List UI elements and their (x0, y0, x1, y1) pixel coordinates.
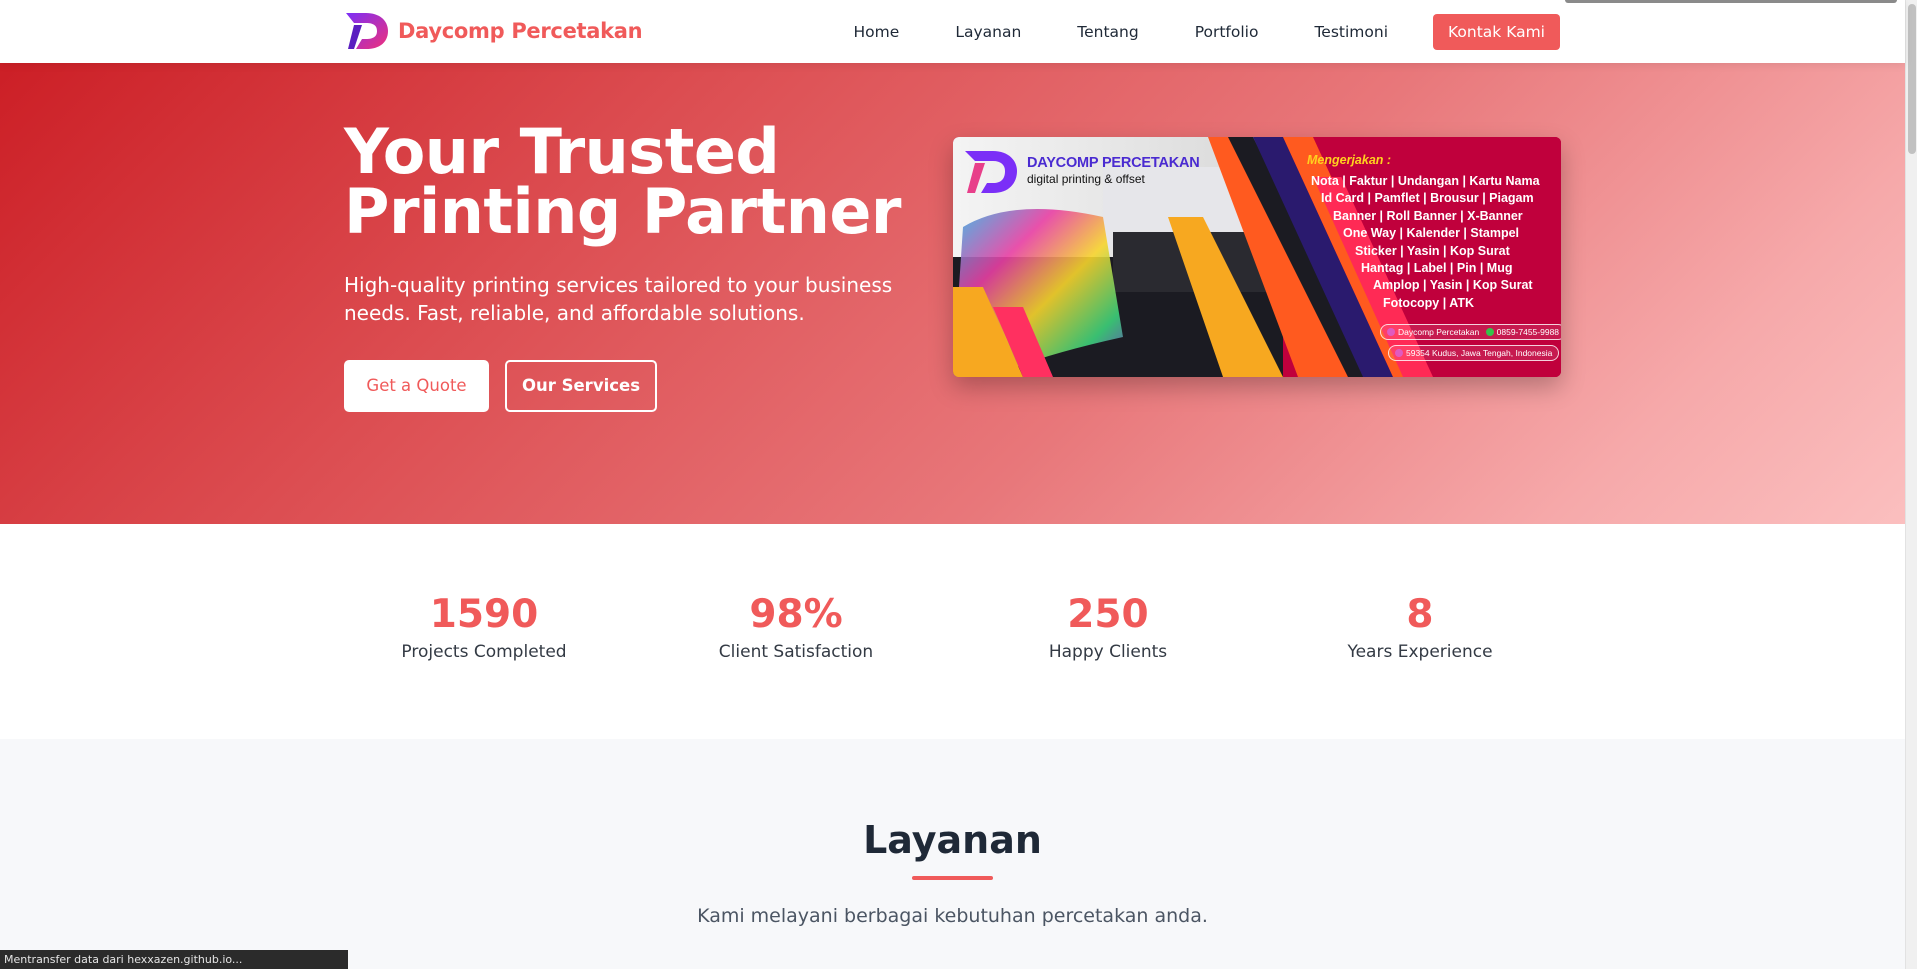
stat-value: 250 (1067, 592, 1149, 637)
banner-contact-pill: Daycomp Percetakan 0859-7455-9988 (1380, 324, 1561, 340)
scrollbar[interactable] (1905, 0, 1917, 969)
stat-value: 8 (1406, 592, 1434, 637)
stat-label: Years Experience (1347, 642, 1493, 662)
get-quote-button[interactable]: Get a Quote (344, 360, 489, 412)
location-pin-icon (1395, 349, 1403, 357)
nav-link-portfolio[interactable]: Portfolio (1195, 14, 1259, 50)
our-services-button[interactable]: Our Services (505, 360, 657, 412)
banner-instagram: Daycomp Percetakan (1398, 327, 1480, 337)
banner-heading: Mengerjakan : (1307, 153, 1392, 167)
banner-line: Amplop | Yasin | Kop Surat (1373, 278, 1533, 293)
banner-line: Sticker | Yasin | Kop Surat (1355, 243, 1510, 258)
stat-label: Client Satisfaction (718, 642, 874, 662)
stat-satisfaction: 98% Client Satisfaction (646, 592, 946, 664)
banner-line: Nota | Faktur | Undangan | Kartu Nama (1311, 174, 1540, 188)
banner-tagline: digital printing & offset (1027, 172, 1145, 186)
contact-button[interactable]: Kontak Kami (1433, 14, 1560, 50)
section-subtitle: Kami melayani berbagai kebutuhan perceta… (697, 905, 1208, 927)
brand[interactable]: Daycomp Percetakan (344, 11, 643, 51)
stat-projects: 1590 Projects Completed (334, 592, 634, 664)
banner-service-list: Nota | Faktur | Undangan | Kartu Nama Id… (1307, 173, 1543, 312)
browser-status-bar: Mentransfer data dari hexxazen.github.io… (0, 950, 348, 969)
banner-address: 59354 Kudus, Jawa Tengah, Indonesia (1406, 348, 1553, 358)
banner-line: Hantag | Label | Pin | Mug (1361, 261, 1513, 276)
hero-title: Your Trusted Printing Partner (344, 121, 904, 243)
layanan-section: Layanan Kami melayani berbagai kebutuhan… (0, 739, 1905, 969)
section-title: Layanan (863, 818, 1042, 862)
section-underline (912, 876, 993, 880)
brand-name: Daycomp Percetakan (398, 19, 643, 43)
banner-line: Id Card | Pamflet | Brousur | Piagam (1321, 191, 1534, 206)
scrollbar-thumb[interactable] (1908, 4, 1916, 154)
hero-subtitle: High-quality printing services tailored … (344, 273, 893, 325)
instagram-icon (1387, 328, 1395, 336)
stat-label: Projects Completed (401, 642, 567, 662)
banner-address-pill: 59354 Kudus, Jawa Tengah, Indonesia (1388, 345, 1560, 361)
stat-clients: 250 Happy Clients (958, 592, 1258, 664)
logo-icon (346, 13, 388, 49)
nav-link-tentang[interactable]: Tentang (1077, 14, 1138, 50)
banner-brand: DAYCOMP PERCETAKAN (1027, 155, 1200, 171)
promo-banner-image: DAYCOMP PERCETAKAN digital printing & of… (953, 137, 1561, 377)
nav-link-testimoni[interactable]: Testimoni (1314, 14, 1388, 50)
banner-line: Fotocopy | ATK (1383, 295, 1474, 310)
navbar: Daycomp Percetakan Home Layanan Tentang … (0, 0, 1905, 63)
stat-value: 98% (749, 592, 843, 637)
stat-experience: 8 Years Experience (1270, 592, 1570, 664)
hero-section: Your Trusted Printing Partner High-quali… (0, 63, 1905, 524)
hero-title-line2: Printing Partner (344, 175, 902, 248)
banner-line: One Way | Kalender | Stampel (1343, 226, 1520, 241)
whatsapp-icon (1485, 328, 1494, 336)
nav-link-home[interactable]: Home (854, 14, 900, 50)
nav-link-layanan[interactable]: Layanan (955, 14, 1021, 50)
nav-links: Home Layanan Tentang Portfolio Testimoni… (854, 14, 1560, 50)
banner-whatsapp: 0859-7455-9988 (1496, 327, 1560, 337)
stat-label: Happy Clients (1048, 642, 1168, 662)
banner-line: Banner | Roll Banner | X-Banner (1333, 208, 1523, 223)
popup-edge (1565, 0, 1897, 3)
stat-value: 1590 (429, 592, 539, 637)
stats-section: 1590 Projects Completed 98% Client Satis… (0, 524, 1905, 739)
